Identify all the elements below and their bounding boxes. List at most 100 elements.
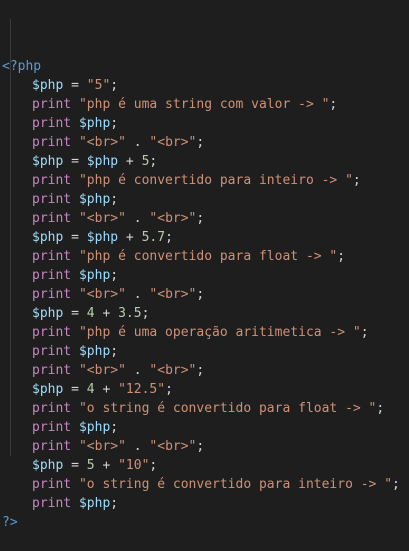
operator-token [71, 363, 79, 378]
keyword-token: print [32, 363, 72, 378]
code-line[interactable]: print "<br>" . "<br>"; [0, 437, 409, 456]
operator-token [71, 173, 79, 188]
code-line[interactable]: print $php; [0, 418, 409, 437]
operator-token: ; [110, 344, 119, 359]
operator-token: . [125, 135, 150, 150]
operator-token: ; [110, 268, 119, 283]
code-editor[interactable]: <?php $php = "5"; print "php é uma string … [0, 0, 409, 530]
operator-token [71, 325, 79, 340]
php-tag: ?> [2, 515, 18, 530]
code-line[interactable]: print $php; [0, 114, 409, 133]
keyword-token: print [32, 496, 72, 511]
operator-token: ; [110, 116, 119, 131]
string-literal: "o string é convertido para inteiro -> " [78, 477, 393, 492]
operator-token: . [125, 287, 150, 302]
operator-token: + [94, 382, 119, 397]
string-literal: "<br>" [149, 287, 197, 302]
string-literal: "<br>" [78, 287, 126, 302]
code-line[interactable]: print "php é convertido para float -> "; [0, 247, 409, 266]
string-literal: "<br>" [149, 211, 197, 226]
code-line[interactable]: print "<br>" . "<br>"; [0, 209, 409, 228]
code-line[interactable]: $php = $php + 5.7; [0, 228, 409, 247]
number-literal: 4 [86, 382, 95, 397]
operator-token [71, 135, 79, 150]
keyword-token: print [32, 401, 72, 416]
code-line[interactable]: print "<br>" . "<br>"; [0, 133, 409, 152]
operator-token: ; [110, 420, 119, 435]
string-literal: "php é uma string com valor -> " [78, 97, 330, 112]
string-literal: "<br>" [78, 363, 126, 378]
keyword-token: print [32, 97, 72, 112]
code-line[interactable]: print "php é uma operação aritimetica ->… [0, 323, 409, 342]
code-line[interactable]: $php = 5 + "10"; [0, 456, 409, 475]
operator-token [71, 268, 79, 283]
variable-token: $php [32, 154, 64, 169]
code-line[interactable]: $php = $php + 5; [0, 152, 409, 171]
code-line[interactable]: $php = 4 + 3.5; [0, 304, 409, 323]
operator-token: = [63, 382, 87, 397]
operator-token: ; [165, 382, 173, 397]
string-literal: "php é uma operação aritimetica -> " [78, 325, 361, 340]
code-line[interactable]: print $php; [0, 494, 409, 513]
operator-token [71, 477, 79, 492]
code-lines: <?php $php = "5"; print "php é uma string … [0, 57, 409, 532]
code-line[interactable]: print "php é convertido para inteiro -> … [0, 171, 409, 190]
operator-token: ; [360, 325, 369, 340]
operator-token: . [125, 211, 150, 226]
operator-token [71, 192, 79, 207]
variable-token: $php [32, 382, 64, 397]
code-line[interactable]: print "php é uma string com valor -> "; [0, 95, 409, 114]
string-literal: "<br>" [149, 363, 197, 378]
operator-token [71, 116, 79, 131]
number-literal: 3.5 [118, 306, 142, 321]
operator-token [71, 287, 79, 302]
operator-token: = [63, 230, 87, 245]
code-line[interactable]: $php = "5"; [0, 76, 409, 95]
operator-token: ; [196, 439, 205, 454]
keyword-token: print [32, 287, 72, 302]
keyword-token: print [32, 116, 72, 131]
operator-token: ; [352, 173, 361, 188]
operator-token: ; [141, 306, 150, 321]
keyword-token: print [32, 192, 72, 207]
variable-token: $php [78, 344, 111, 359]
operator-token: + [118, 154, 142, 169]
keyword-token: print [32, 325, 72, 340]
operator-token [71, 97, 79, 112]
operator-token: ; [337, 249, 346, 264]
code-line[interactable]: print "o string é convertido para inteir… [0, 475, 409, 494]
string-literal: "o string é convertido para float -> " [78, 401, 377, 416]
keyword-token: print [32, 173, 72, 188]
string-literal: "<br>" [149, 135, 197, 150]
string-literal: "<br>" [78, 135, 126, 150]
operator-token: = [63, 78, 87, 93]
operator-token [71, 496, 79, 511]
variable-token: $php [78, 496, 111, 511]
operator-token: ; [392, 477, 400, 492]
keyword-token: print [32, 135, 72, 150]
code-line[interactable]: print $php; [0, 190, 409, 209]
keyword-token: print [32, 344, 72, 359]
code-line[interactable]: $php = 4 + "12.5"; [0, 380, 409, 399]
code-line[interactable]: ?> [0, 513, 409, 532]
operator-token [71, 211, 79, 226]
code-line[interactable]: print "o string é convertido para float … [0, 399, 409, 418]
string-literal: "5" [86, 78, 111, 93]
operator-token: = [63, 306, 87, 321]
string-literal: "php é convertido para inteiro -> " [78, 173, 353, 188]
operator-token: ; [149, 154, 158, 169]
code-line[interactable]: print "<br>" . "<br>"; [0, 285, 409, 304]
operator-token: ; [196, 211, 205, 226]
code-line[interactable]: print $php; [0, 266, 409, 285]
code-line[interactable]: <?php [0, 57, 409, 76]
number-literal: 5.7 [141, 230, 166, 245]
keyword-token: print [32, 420, 72, 435]
operator-token: ; [376, 401, 385, 416]
code-line[interactable]: print "<br>" . "<br>"; [0, 361, 409, 380]
code-line[interactable]: print $php; [0, 342, 409, 361]
operator-token: ; [165, 230, 173, 245]
keyword-token: print [32, 211, 72, 226]
operator-token: + [118, 230, 142, 245]
keyword-token: print [32, 477, 72, 492]
string-literal: "php é convertido para float -> " [78, 249, 338, 264]
